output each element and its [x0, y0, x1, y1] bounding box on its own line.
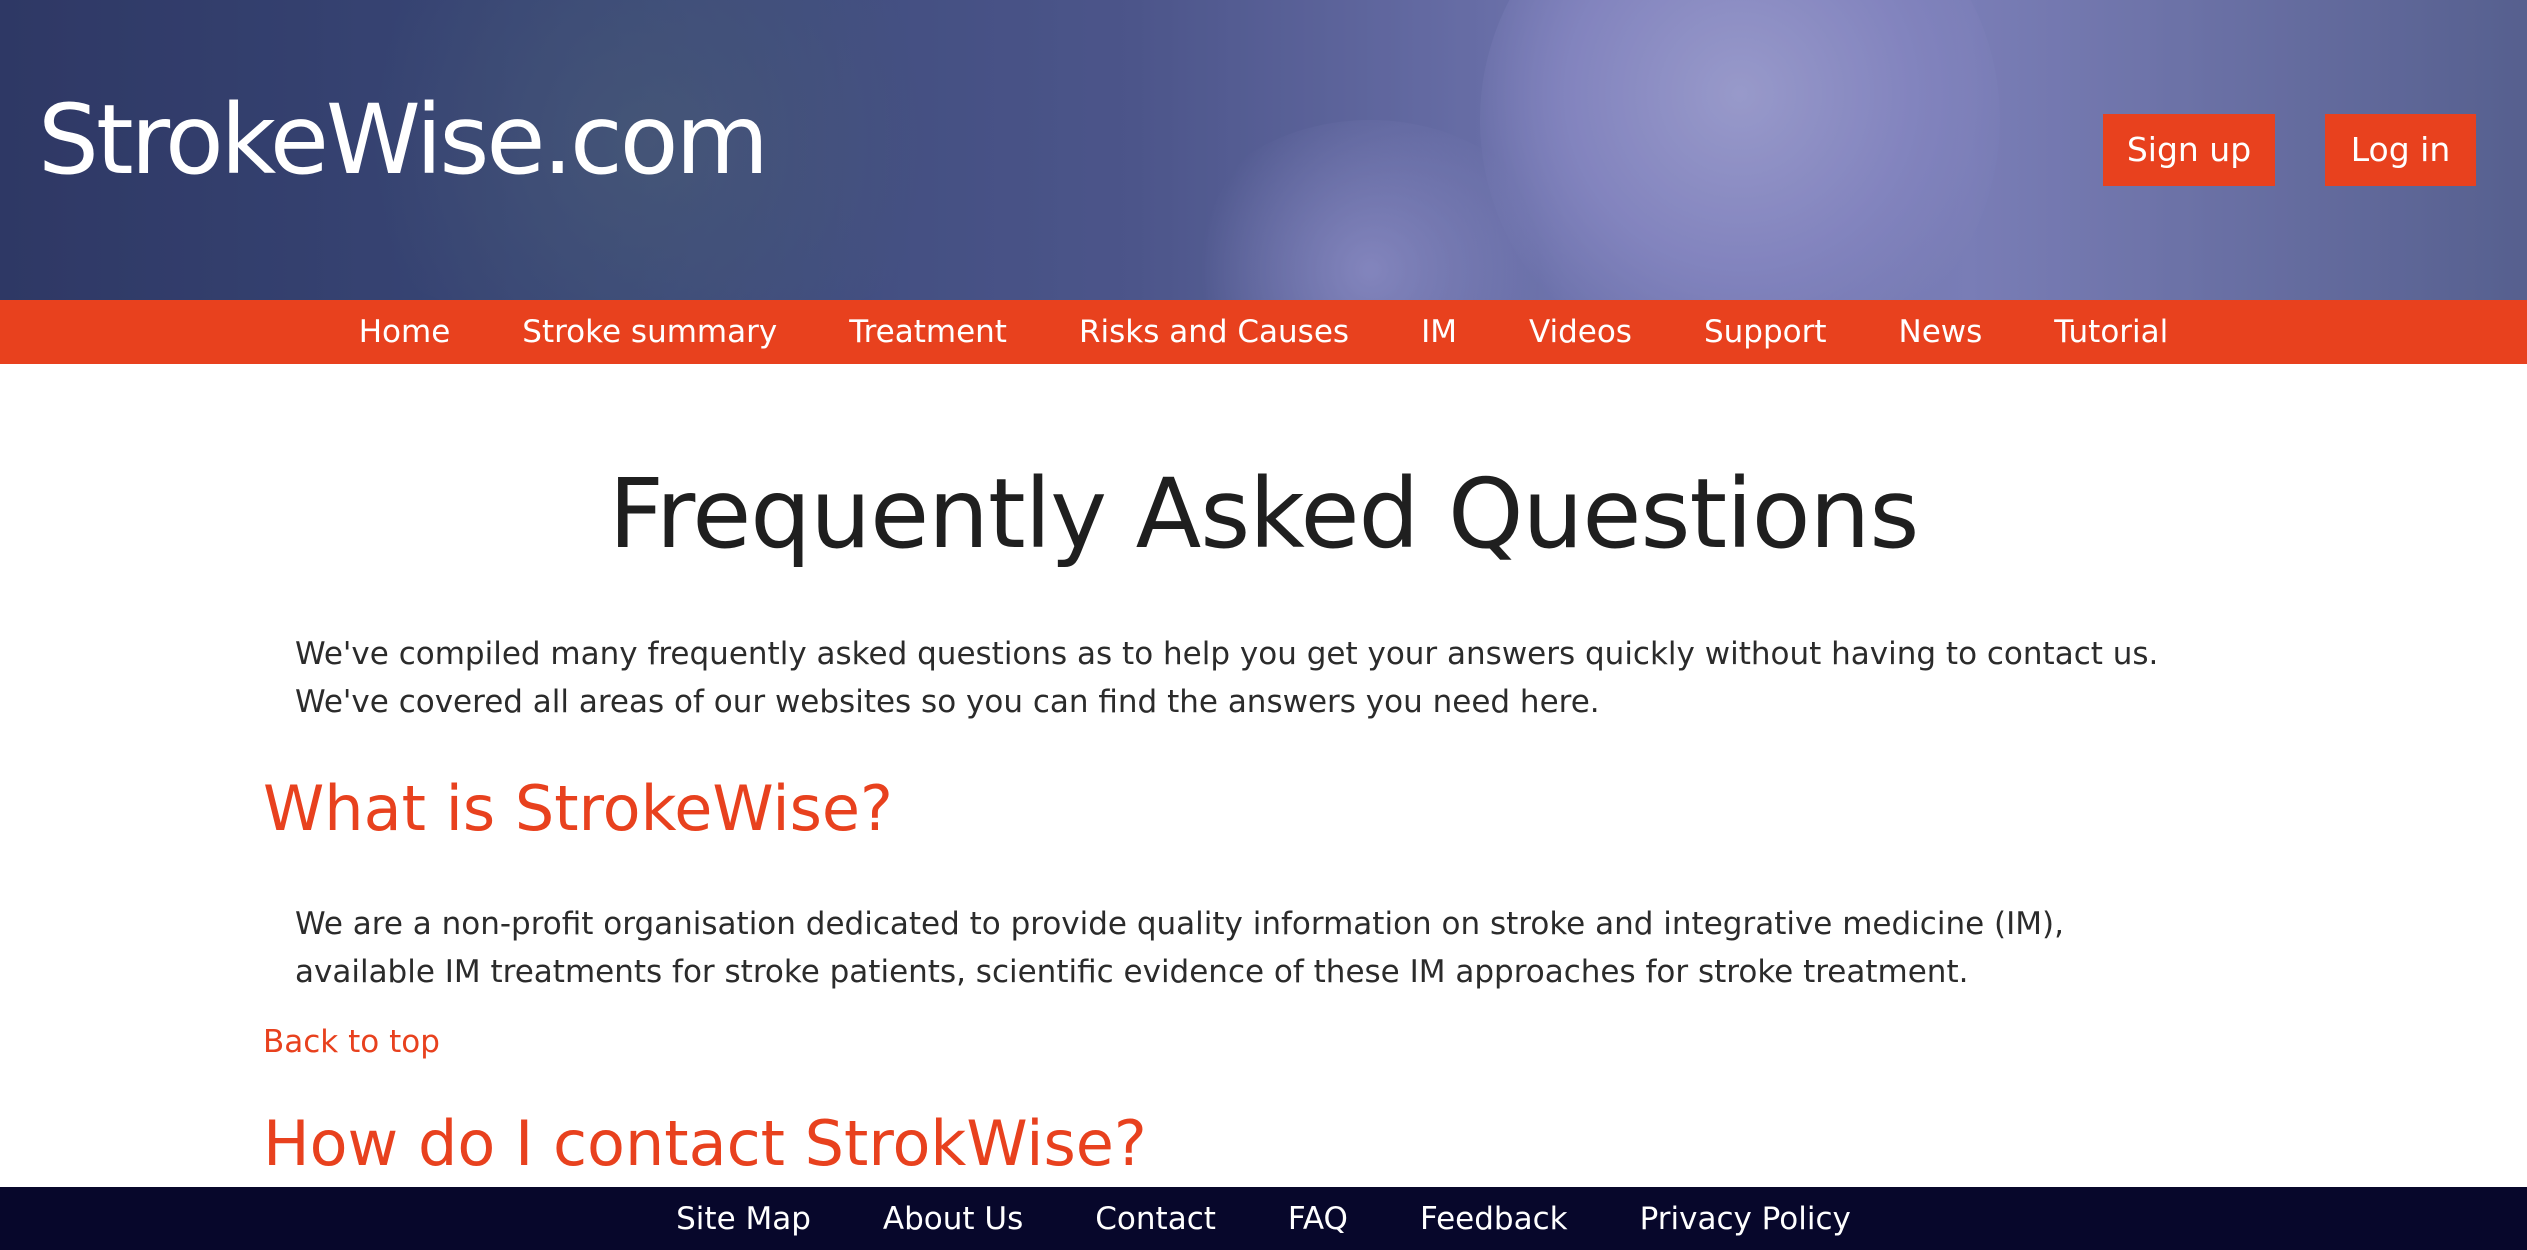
nav-item-support[interactable]: Support — [1704, 314, 1827, 350]
nav-item-news[interactable]: News — [1899, 314, 1983, 350]
intro-paragraph: We've compiled many frequently asked que… — [295, 636, 2159, 720]
signup-button[interactable]: Sign up — [2103, 114, 2275, 186]
footer-nav: Site Map About Us Contact FAQ Feedback P… — [0, 1187, 2527, 1250]
nav-item-tutorial[interactable]: Tutorial — [2054, 314, 2168, 350]
nav-item-im[interactable]: IM — [1421, 314, 1457, 350]
faq-question: What is StrokeWise? — [263, 772, 893, 845]
nav-item-risks-and-causes[interactable]: Risks and Causes — [1079, 314, 1349, 350]
faq-answer: We are a non-profit organisation dedicat… — [295, 906, 2064, 990]
hero-banner: StrokeWise.com Sign up Log in — [0, 0, 2527, 300]
nav-item-videos[interactable]: Videos — [1529, 314, 1632, 350]
nav-item-treatment[interactable]: Treatment — [849, 314, 1007, 350]
back-to-top-link[interactable]: Back to top — [263, 1024, 440, 1060]
footer-link-about-us[interactable]: About Us — [883, 1201, 1023, 1237]
site-logo[interactable]: StrokeWise.com — [38, 92, 769, 188]
main-nav: Home Stroke summary Treatment Risks and … — [0, 300, 2527, 364]
nav-item-home[interactable]: Home — [359, 314, 451, 350]
faq-question: How do I contact StrokWise? — [263, 1107, 1147, 1180]
page-title: Frequently Asked Questions — [608, 458, 1920, 570]
footer-link-contact[interactable]: Contact — [1095, 1201, 1216, 1237]
footer-link-site-map[interactable]: Site Map — [676, 1201, 811, 1237]
nav-item-stroke-summary[interactable]: Stroke summary — [522, 314, 777, 350]
main-nav-links: Home Stroke summary Treatment Risks and … — [0, 300, 2527, 364]
footer-link-faq[interactable]: FAQ — [1288, 1201, 1348, 1237]
footer-link-feedback[interactable]: Feedback — [1420, 1201, 1568, 1237]
login-button[interactable]: Log in — [2325, 114, 2476, 186]
footer-link-privacy-policy[interactable]: Privacy Policy — [1640, 1201, 1851, 1237]
